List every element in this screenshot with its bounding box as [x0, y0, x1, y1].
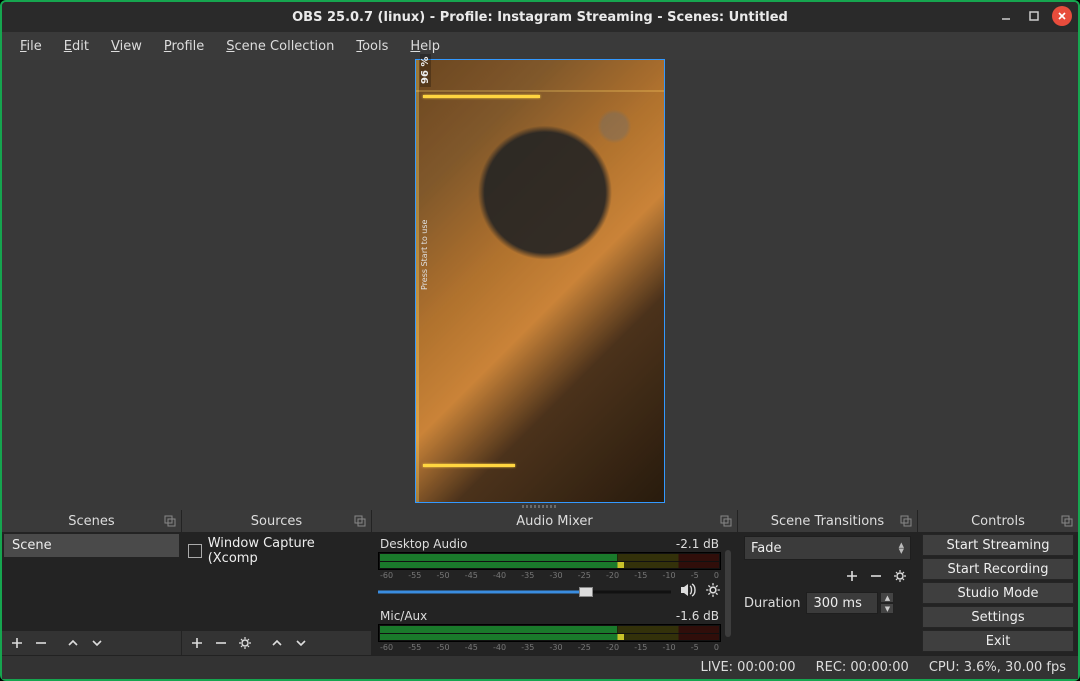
controls-title-label: Controls — [971, 514, 1025, 529]
duration-input[interactable] — [806, 592, 878, 614]
menu-profile[interactable]: Profile — [156, 36, 212, 57]
add-source-button[interactable] — [186, 633, 208, 653]
menu-view[interactable]: View — [103, 36, 150, 57]
controls-dock: Controls Start Streaming Start Recording… — [918, 510, 1078, 655]
mixer-title-label: Audio Mixer — [516, 514, 593, 529]
dock-splitter[interactable] — [2, 502, 1078, 510]
channel-name: Mic/Aux — [380, 609, 427, 623]
scenes-toolbar — [2, 631, 181, 655]
start-streaming-button[interactable]: Start Streaming — [922, 534, 1074, 556]
duration-label: Duration — [744, 596, 800, 611]
channel-db: -2.1 dB — [676, 537, 719, 551]
preview-area[interactable]: 96 % Press Start to use — [2, 60, 1078, 502]
spin-up-button[interactable]: ▲ — [880, 592, 894, 603]
speaker-muted-icon[interactable] — [679, 654, 697, 655]
sources-dock-title: Sources — [182, 510, 371, 532]
speaker-icon[interactable] — [679, 582, 697, 602]
remove-source-button[interactable] — [210, 633, 232, 653]
menu-scene-collection[interactable]: Scene Collection — [218, 36, 342, 57]
mixer-body: Desktop Audio -2.1 dB -60-55-50-45-40-35… — [372, 532, 737, 655]
duration-spinbox[interactable]: ▲ ▼ — [806, 592, 894, 614]
mixer-channel: Mic/Aux -1.6 dB -60-55-50-45-40-35-30-25… — [378, 606, 721, 655]
channel-name: Desktop Audio — [380, 537, 467, 551]
scene-item[interactable]: Scene — [4, 534, 179, 557]
menu-edit[interactable]: Edit — [56, 36, 97, 57]
add-scene-button[interactable] — [6, 633, 28, 653]
transitions-body: Fade ▲▼ Duration ▲ — [738, 532, 917, 655]
menubar: File Edit View Profile Scene Collection … — [2, 32, 1078, 60]
controls-body: Start Streaming Start Recording Studio M… — [918, 532, 1078, 655]
popout-icon[interactable] — [1060, 514, 1074, 528]
sources-title-label: Sources — [251, 514, 302, 529]
minimize-button[interactable] — [996, 6, 1016, 26]
channel-meter — [378, 552, 721, 570]
add-transition-button[interactable] — [841, 566, 863, 586]
scenes-dock-title: Scenes — [2, 510, 181, 532]
preview-watermark: Press Start to use — [420, 219, 429, 289]
source-item-label: Window Capture (Xcomp — [208, 536, 365, 566]
move-scene-up-button[interactable] — [62, 633, 84, 653]
titlebar: OBS 25.0.7 (linux) - Profile: Instagram … — [2, 2, 1078, 32]
maximize-button[interactable] — [1024, 6, 1044, 26]
menu-file[interactable]: File — [12, 36, 50, 57]
source-item[interactable]: Window Capture (Xcomp — [182, 532, 371, 570]
visibility-toggle-icon[interactable] — [188, 544, 202, 558]
status-rec: REC: 00:00:00 — [816, 660, 909, 675]
remove-transition-button[interactable] — [865, 566, 887, 586]
window-controls — [996, 6, 1072, 26]
transitions-title-label: Scene Transitions — [771, 514, 884, 529]
preview-percent-label: 96 % — [420, 53, 431, 86]
move-scene-down-button[interactable] — [86, 633, 108, 653]
sources-toolbar — [182, 631, 371, 655]
popout-icon[interactable] — [899, 514, 913, 528]
studio-mode-button[interactable]: Studio Mode — [922, 582, 1074, 604]
window-title: OBS 25.0.7 (linux) - Profile: Instagram … — [2, 10, 1078, 25]
meter-scale: -60-55-50-45-40-35-30-25-20-15-10-50 — [378, 643, 721, 652]
app-window: OBS 25.0.7 (linux) - Profile: Instagram … — [0, 0, 1080, 681]
mixer-scrollbar[interactable] — [721, 532, 735, 655]
transitions-dock: Scene Transitions Fade ▲▼ Duration — [738, 510, 918, 655]
scenes-title-label: Scenes — [68, 514, 114, 529]
popout-icon[interactable] — [719, 514, 733, 528]
move-source-down-button[interactable] — [290, 633, 312, 653]
statusbar: LIVE: 00:00:00 REC: 00:00:00 CPU: 3.6%, … — [2, 655, 1078, 679]
status-live: LIVE: 00:00:00 — [700, 660, 795, 675]
channel-db: -1.6 dB — [676, 609, 719, 623]
audio-mixer-dock: Audio Mixer Desktop Audio -2.1 dB -60-55… — [372, 510, 738, 655]
volume-slider[interactable] — [378, 585, 671, 599]
menu-tools[interactable]: Tools — [348, 36, 396, 57]
move-source-up-button[interactable] — [266, 633, 288, 653]
start-recording-button[interactable]: Start Recording — [922, 558, 1074, 580]
transitions-dock-title: Scene Transitions — [738, 510, 917, 532]
popout-icon[interactable] — [353, 514, 367, 528]
docks-row: Scenes Scene Sources — [2, 510, 1078, 655]
source-properties-button[interactable] — [234, 633, 256, 653]
controls-dock-title: Controls — [918, 510, 1078, 532]
exit-button[interactable]: Exit — [922, 630, 1074, 652]
mixer-channel: Desktop Audio -2.1 dB -60-55-50-45-40-35… — [378, 534, 721, 606]
transition-selected-label: Fade — [751, 541, 782, 556]
close-button[interactable] — [1052, 6, 1072, 26]
preview-overlay-bar — [423, 95, 540, 98]
meter-scale: -60-55-50-45-40-35-30-25-20-15-10-50 — [378, 571, 721, 580]
mixer-dock-title: Audio Mixer — [372, 510, 737, 532]
status-cpu: CPU: 3.6%, 30.00 fps — [929, 660, 1066, 675]
preview-canvas[interactable]: 96 % Press Start to use — [416, 60, 665, 502]
transition-properties-button[interactable] — [889, 566, 911, 586]
scenes-list[interactable]: Scene — [2, 532, 181, 631]
chevron-updown-icon: ▲▼ — [899, 542, 904, 554]
popout-icon[interactable] — [163, 514, 177, 528]
transition-select[interactable]: Fade ▲▼ — [744, 536, 911, 560]
channel-settings-icon[interactable] — [705, 582, 721, 602]
sources-dock: Sources Window Capture (Xcomp — [182, 510, 372, 655]
scenes-dock: Scenes Scene — [2, 510, 182, 655]
settings-button[interactable]: Settings — [922, 606, 1074, 628]
channel-settings-icon[interactable] — [705, 654, 721, 655]
sources-list[interactable]: Window Capture (Xcomp — [182, 532, 371, 631]
spin-down-button[interactable]: ▼ — [880, 603, 894, 614]
remove-scene-button[interactable] — [30, 633, 52, 653]
preview-overlay-bar — [423, 464, 515, 467]
channel-meter — [378, 624, 721, 642]
